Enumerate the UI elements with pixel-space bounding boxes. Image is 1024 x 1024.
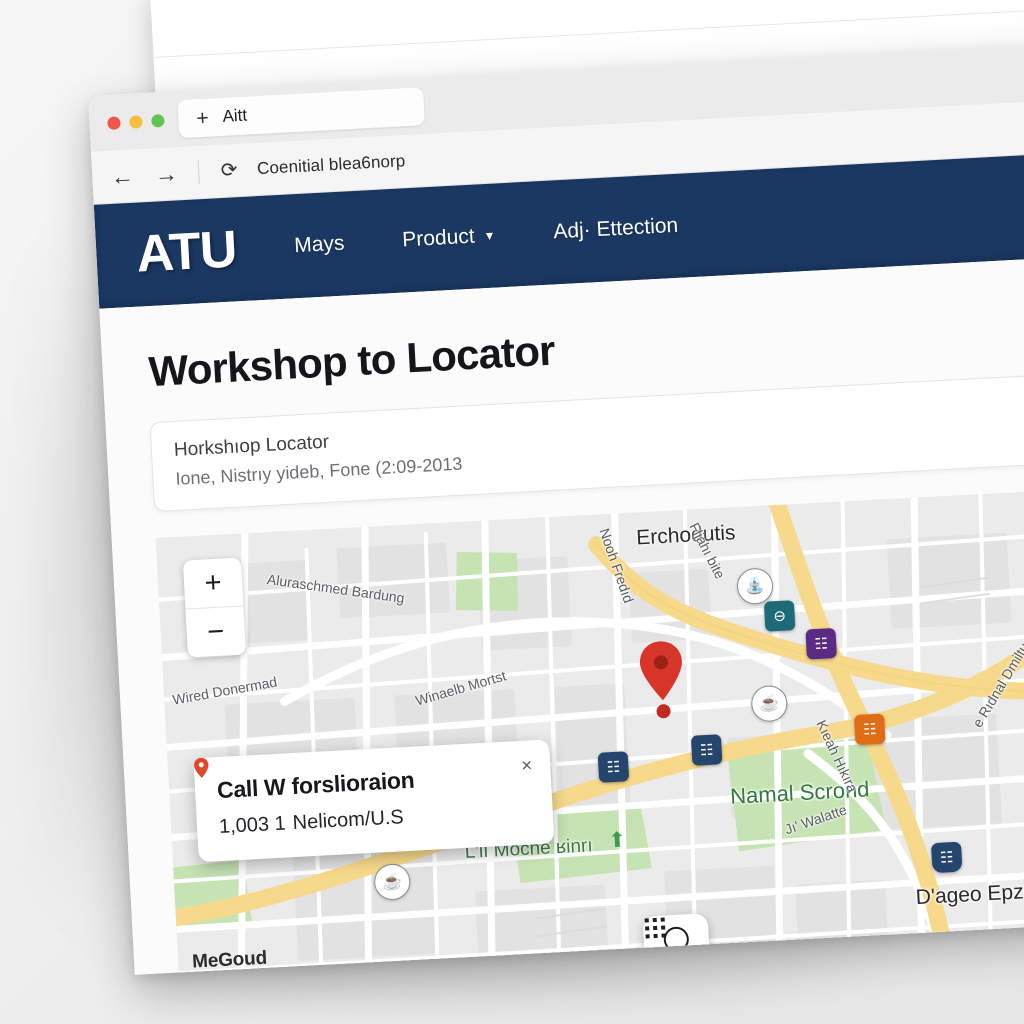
shield-icon: ☷: [930, 841, 963, 874]
nav-link-product-label: Product: [401, 224, 476, 252]
map-scale-bar: [297, 973, 394, 975]
maximize-window-button[interactable]: [151, 113, 165, 128]
screenshot-stage: ☐ 💼 smop + Aitt ← → ⟳ Coenitial blea6nor…: [0, 0, 1024, 1024]
back-icon[interactable]: ←: [108, 162, 137, 189]
chevron-down-icon: ▼: [483, 228, 496, 244]
nav-link-adj-ettection[interactable]: Adj· Ettection: [553, 214, 679, 245]
building-icon: ☷: [597, 751, 630, 783]
zoom-in-button[interactable]: +: [182, 557, 244, 610]
marker-anchor-dot: [656, 704, 671, 719]
tree-icon: ⬆: [607, 828, 627, 853]
site-logo[interactable]: ATU: [135, 219, 238, 284]
nav-link-mays[interactable]: Mays: [294, 232, 345, 259]
museum-icon: ☷: [805, 627, 837, 660]
map-poi-shield[interactable]: ☷: [930, 841, 963, 874]
map-tiles: [155, 485, 1024, 975]
info-card-detail-suffix: Nelicom/U.S: [292, 806, 405, 835]
map-poi-park-marker[interactable]: ⬆: [608, 827, 627, 853]
nav-link-product[interactable]: Product ▼: [402, 224, 496, 253]
map-poi-cafe-left[interactable]: ☕: [373, 862, 412, 901]
browser-tab[interactable]: + Aitt: [177, 87, 426, 139]
toolbar-divider: [197, 160, 200, 185]
map-poi-museum[interactable]: ☷: [805, 627, 837, 660]
restaurant-icon: ☷: [854, 713, 886, 746]
browser-window: + Aitt ← → ⟳ Coenitial blea6norp ATU May…: [88, 38, 1024, 975]
address-bar-url[interactable]: Coenitial blea6norp: [257, 151, 406, 179]
location-pin-icon: [194, 757, 209, 778]
map-zoom-controls[interactable]: + −: [182, 557, 246, 658]
building-icon: ☷: [690, 734, 723, 766]
map-view-controls[interactable]: [642, 913, 711, 965]
map-poi-transit[interactable]: ⊖: [763, 600, 796, 632]
map-poi-fountain[interactable]: ⛲: [736, 567, 774, 606]
grid-icon[interactable]: [643, 915, 668, 940]
page-title: Workshop to Locator: [147, 326, 556, 396]
nav-link-mays-label: Mays: [293, 231, 346, 258]
info-card-detail-prefix: 1,003 1: [218, 812, 287, 839]
page-content: Workshop to Locator Horkshıop Locator Io…: [99, 251, 1024, 975]
search-input[interactable]: Horkshıop Locator Ione, Nistrıy yideb, F…: [149, 369, 1024, 513]
nav-link-adj-ettection-label: Adj· Ettection: [552, 213, 679, 244]
map-poi-cafe[interactable]: ☕: [750, 684, 789, 723]
close-window-button[interactable]: [107, 115, 121, 130]
window-controls[interactable]: [103, 113, 165, 130]
map-info-card[interactable]: Call W forslioraion 1,003 1 Nelicom/U.S …: [193, 739, 555, 863]
forward-icon[interactable]: →: [152, 160, 181, 187]
cafe-icon: ☕: [750, 684, 789, 723]
close-icon[interactable]: ×: [521, 755, 533, 777]
map-poi-restaurant[interactable]: ☷: [854, 713, 886, 746]
reload-icon[interactable]: ⟳: [217, 159, 242, 182]
map-poi-building-right[interactable]: ☷: [690, 734, 723, 766]
map-poi-building-left[interactable]: ☷: [597, 751, 630, 783]
plus-icon[interactable]: +: [196, 106, 209, 130]
map-scale-label: Lhcnn: [241, 972, 288, 975]
tab-title: Aitt: [222, 105, 248, 126]
fountain-icon: ⛲: [736, 567, 774, 606]
info-card-detail: 1,003 1 Nelicom/U.S: [194, 757, 531, 839]
info-card-title: Call W forslioraion: [216, 766, 416, 804]
minimize-window-button[interactable]: [129, 114, 143, 129]
transit-icon: ⊖: [763, 600, 796, 632]
zoom-out-button[interactable]: −: [185, 606, 245, 657]
cafe-icon: ☕: [373, 862, 412, 901]
map-canvas[interactable]: + − Erchodutis Aluraschmed Bardung Wired…: [155, 485, 1024, 975]
